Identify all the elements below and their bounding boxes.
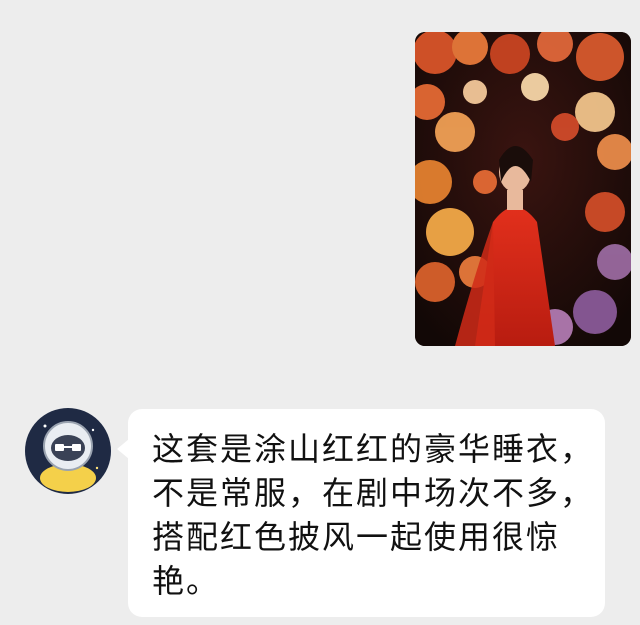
message-text-line: 艳。 [152,562,221,600]
image-message[interactable] [415,32,631,346]
chat-area: 这套是涂山红红的豪华睡衣， 不是常服，在剧中场次不多， 搭配红色披风一起使用很惊… [0,0,640,625]
astronaut-cartoon-avatar [25,408,111,494]
message-text-line: 不是常服，在剧中场次不多， [152,474,595,512]
bubble-tail [117,439,129,459]
avatar[interactable] [25,408,111,494]
message-text-line: 这套是涂山红红的豪华睡衣， [152,430,595,468]
message-bubble[interactable]: 这套是涂山红红的豪华睡衣， 不是常服，在剧中场次不多， 搭配红色披风一起使用很惊… [117,409,605,617]
photo-woman-red-dress-flowers [415,32,631,346]
message-text-line: 搭配红色披风一起使用很惊 [152,518,561,556]
